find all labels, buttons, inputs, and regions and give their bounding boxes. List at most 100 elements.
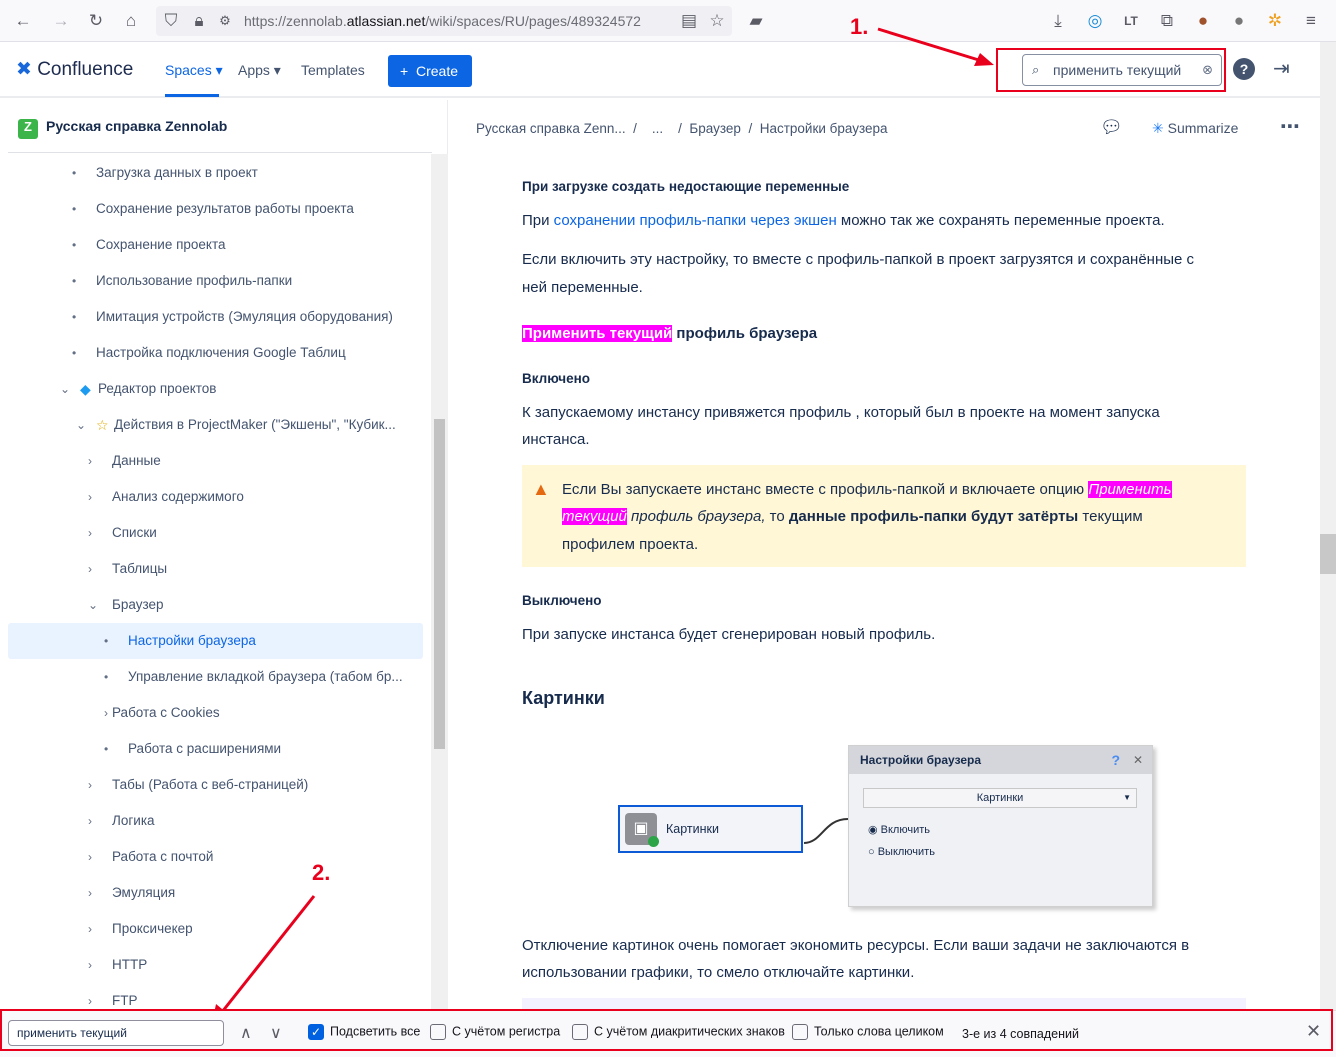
breadcrumb-space[interactable]: Русская справка Zenn... bbox=[476, 121, 626, 136]
lock-icon: 🔒︎ bbox=[194, 11, 204, 30]
tree-item[interactable]: › Анализ содержимого bbox=[8, 479, 423, 515]
chevron-right-icon[interactable]: › bbox=[88, 767, 92, 803]
tree-item-label: Сохранение результатов работы проекта bbox=[96, 201, 354, 216]
nav-spaces[interactable]: Spaces ▾ bbox=[165, 62, 223, 79]
download-icon[interactable]: ⤓ bbox=[1047, 10, 1069, 32]
breadcrumb-browser[interactable]: Браузер bbox=[689, 121, 741, 136]
reader-view-icon[interactable]: ▤ bbox=[678, 10, 700, 32]
tree-item[interactable]: • Настройки браузера bbox=[8, 623, 423, 659]
url-bar[interactable]: ⛉ 🔒︎ ⚙ https://zennolab.atlassian.net/wi… bbox=[156, 6, 732, 36]
chevron-right-icon[interactable]: › bbox=[88, 875, 92, 911]
tree-item[interactable]: › Таблицы bbox=[8, 551, 423, 587]
heading-apply-current: Применить текущий профиль браузера bbox=[522, 325, 818, 342]
tree-item-label: Эмуляция bbox=[112, 885, 176, 900]
node-label: Картинки bbox=[666, 822, 719, 836]
tree-item-label: Редактор проектов bbox=[98, 381, 217, 396]
chevron-right-icon[interactable]: › bbox=[88, 839, 92, 875]
warning-panel: ▲ Если Вы запускаете инстанс вместе с пр… bbox=[522, 465, 1246, 567]
chevron-right-icon[interactable]: › bbox=[88, 947, 92, 983]
link-save-profile[interactable]: сохранении профиль-папки через экшен bbox=[554, 212, 837, 229]
chevron-down-icon[interactable]: ⌄ bbox=[60, 371, 70, 407]
sidebar-scrollbar[interactable] bbox=[431, 154, 448, 1010]
tree-item[interactable]: › Работа с Cookies bbox=[8, 695, 423, 731]
home-icon[interactable]: ⌂ bbox=[120, 10, 142, 32]
chevron-down-icon[interactable]: ⌄ bbox=[76, 407, 86, 443]
sidebar-divider bbox=[8, 152, 432, 153]
sign-in-icon[interactable]: ⇥ bbox=[1273, 56, 1290, 81]
tree-item-label: Таблицы bbox=[112, 561, 168, 576]
reload-icon[interactable]: ↻ bbox=[85, 10, 107, 32]
tree-item[interactable]: ⌄ ☆ Действия в ProjectMaker ("Экшены", "Ку… bbox=[8, 407, 423, 443]
create-button[interactable]: + Create bbox=[388, 55, 472, 87]
tree-item[interactable]: • Настройка подключения Google Таблиц bbox=[8, 335, 423, 371]
nav-apps[interactable]: Apps ▾ bbox=[238, 62, 281, 79]
tree-item[interactable]: ⌄ Браузер bbox=[8, 587, 423, 623]
paragraph: При запуске инстанса будет сгенерирован … bbox=[522, 626, 936, 643]
tree-item[interactable]: › Работа с почтой bbox=[8, 839, 423, 875]
tree-item-label: Работа с Cookies bbox=[112, 705, 220, 720]
summarize-button[interactable]: ✳ Summarize bbox=[1152, 120, 1238, 137]
tree-item[interactable]: • Управление вкладкой браузера (табом бр.… bbox=[8, 659, 423, 695]
gears-icon[interactable]: ✲ bbox=[1264, 10, 1286, 32]
tree-item-label: Загрузка данных в проект bbox=[96, 165, 258, 180]
nav-templates[interactable]: Templates bbox=[301, 62, 365, 78]
annotation-box-1 bbox=[996, 48, 1226, 92]
menu-icon[interactable]: ≡ bbox=[1300, 10, 1322, 32]
search-highlight: Применить bbox=[1088, 481, 1172, 498]
lt-extension-icon[interactable]: LT bbox=[1120, 10, 1142, 32]
back-icon[interactable]: ← bbox=[12, 10, 34, 32]
cookie-icon[interactable]: ● bbox=[1192, 10, 1214, 32]
chevron-down-icon[interactable]: ⌄ bbox=[88, 587, 98, 623]
heading-create-missing-vars: При загрузке создать недостающие перемен… bbox=[522, 179, 850, 194]
chevron-right-icon[interactable]: › bbox=[104, 695, 108, 731]
url-text: https://zennolab.atlassian.net/wiki/spac… bbox=[244, 13, 641, 29]
tree-item[interactable]: • Сохранение проекта bbox=[8, 227, 423, 263]
tree-item[interactable]: • Имитация устройств (Эмуляция оборудован… bbox=[8, 299, 423, 335]
tree-item[interactable]: • Использование профиль-папки bbox=[8, 263, 423, 299]
breadcrumb-ellipsis[interactable]: ... bbox=[652, 121, 663, 136]
breadcrumb: Русская справка Zenn... / ... / Браузер … bbox=[476, 121, 888, 136]
connector-line bbox=[803, 818, 849, 844]
chevron-right-icon[interactable]: › bbox=[88, 443, 92, 479]
tree-item[interactable]: › Логика bbox=[8, 803, 423, 839]
tree-item[interactable]: › Данные bbox=[8, 443, 423, 479]
space-title[interactable]: Z Русская справка Zennolab bbox=[18, 118, 227, 139]
confluence-logo[interactable]: ✖ Confluence bbox=[16, 58, 133, 81]
tree-item[interactable]: ⌄ ◆ Редактор проектов bbox=[8, 371, 423, 407]
sidebar-scroll-thumb[interactable] bbox=[434, 419, 445, 749]
more-actions-icon[interactable]: ⋯ bbox=[1280, 114, 1300, 139]
chevron-right-icon[interactable]: › bbox=[88, 803, 92, 839]
page-scroll-thumb[interactable] bbox=[1320, 534, 1336, 574]
extensions-icon[interactable]: ⧉ bbox=[1156, 10, 1178, 32]
dialog-titlebar: Настройки браузера? ✕ bbox=[849, 746, 1152, 774]
tree-item[interactable]: • Загрузка данных в проект bbox=[8, 155, 423, 191]
tree-item-label: Проксичекер bbox=[112, 921, 193, 936]
sparkle-icon: ✳ bbox=[1152, 120, 1164, 136]
tree-item[interactable]: › Списки bbox=[8, 515, 423, 551]
tree-item[interactable]: • Работа с расширениями bbox=[8, 731, 423, 767]
space-logo-icon: Z bbox=[18, 119, 38, 139]
breadcrumb-current[interactable]: Настройки браузера bbox=[760, 121, 888, 136]
chevron-right-icon[interactable]: › bbox=[88, 551, 92, 587]
extension-circle-icon[interactable]: ◎ bbox=[1084, 10, 1106, 32]
chevron-right-icon[interactable]: › bbox=[88, 515, 92, 551]
planet-icon[interactable]: ● bbox=[1228, 10, 1250, 32]
search-highlight-current: текущий bbox=[562, 508, 627, 525]
chevron-right-icon[interactable]: › bbox=[88, 911, 92, 947]
warning-icon: ▲ bbox=[532, 479, 550, 499]
extension-icon[interactable]: ▰ bbox=[745, 10, 767, 32]
figure-dialog: Настройки браузера? ✕ Картинки ▼ ◉ Включит… bbox=[848, 745, 1153, 907]
tree-item-label: Работа с почтой bbox=[112, 849, 214, 864]
forward-icon[interactable]: → bbox=[50, 10, 72, 32]
chevron-right-icon[interactable]: › bbox=[88, 479, 92, 515]
help-icon[interactable]: ? bbox=[1233, 58, 1255, 80]
page-scrollbar[interactable] bbox=[1320, 42, 1336, 1010]
tree-item-label: Данные bbox=[112, 453, 161, 468]
tree-item[interactable]: • Сохранение результатов работы проекта bbox=[8, 191, 423, 227]
tree-item[interactable]: › Табы (Работа с веб-страницей) bbox=[8, 767, 423, 803]
bookmark-star-icon[interactable]: ☆ bbox=[706, 10, 728, 32]
comment-icon[interactable]: 💬︎ bbox=[1100, 117, 1123, 138]
shield-icon: ⛉ bbox=[164, 11, 178, 30]
diamond-icon: ◆ bbox=[80, 381, 91, 397]
paragraph: К запускаемому инстансу привяжется профи… bbox=[522, 404, 1160, 421]
